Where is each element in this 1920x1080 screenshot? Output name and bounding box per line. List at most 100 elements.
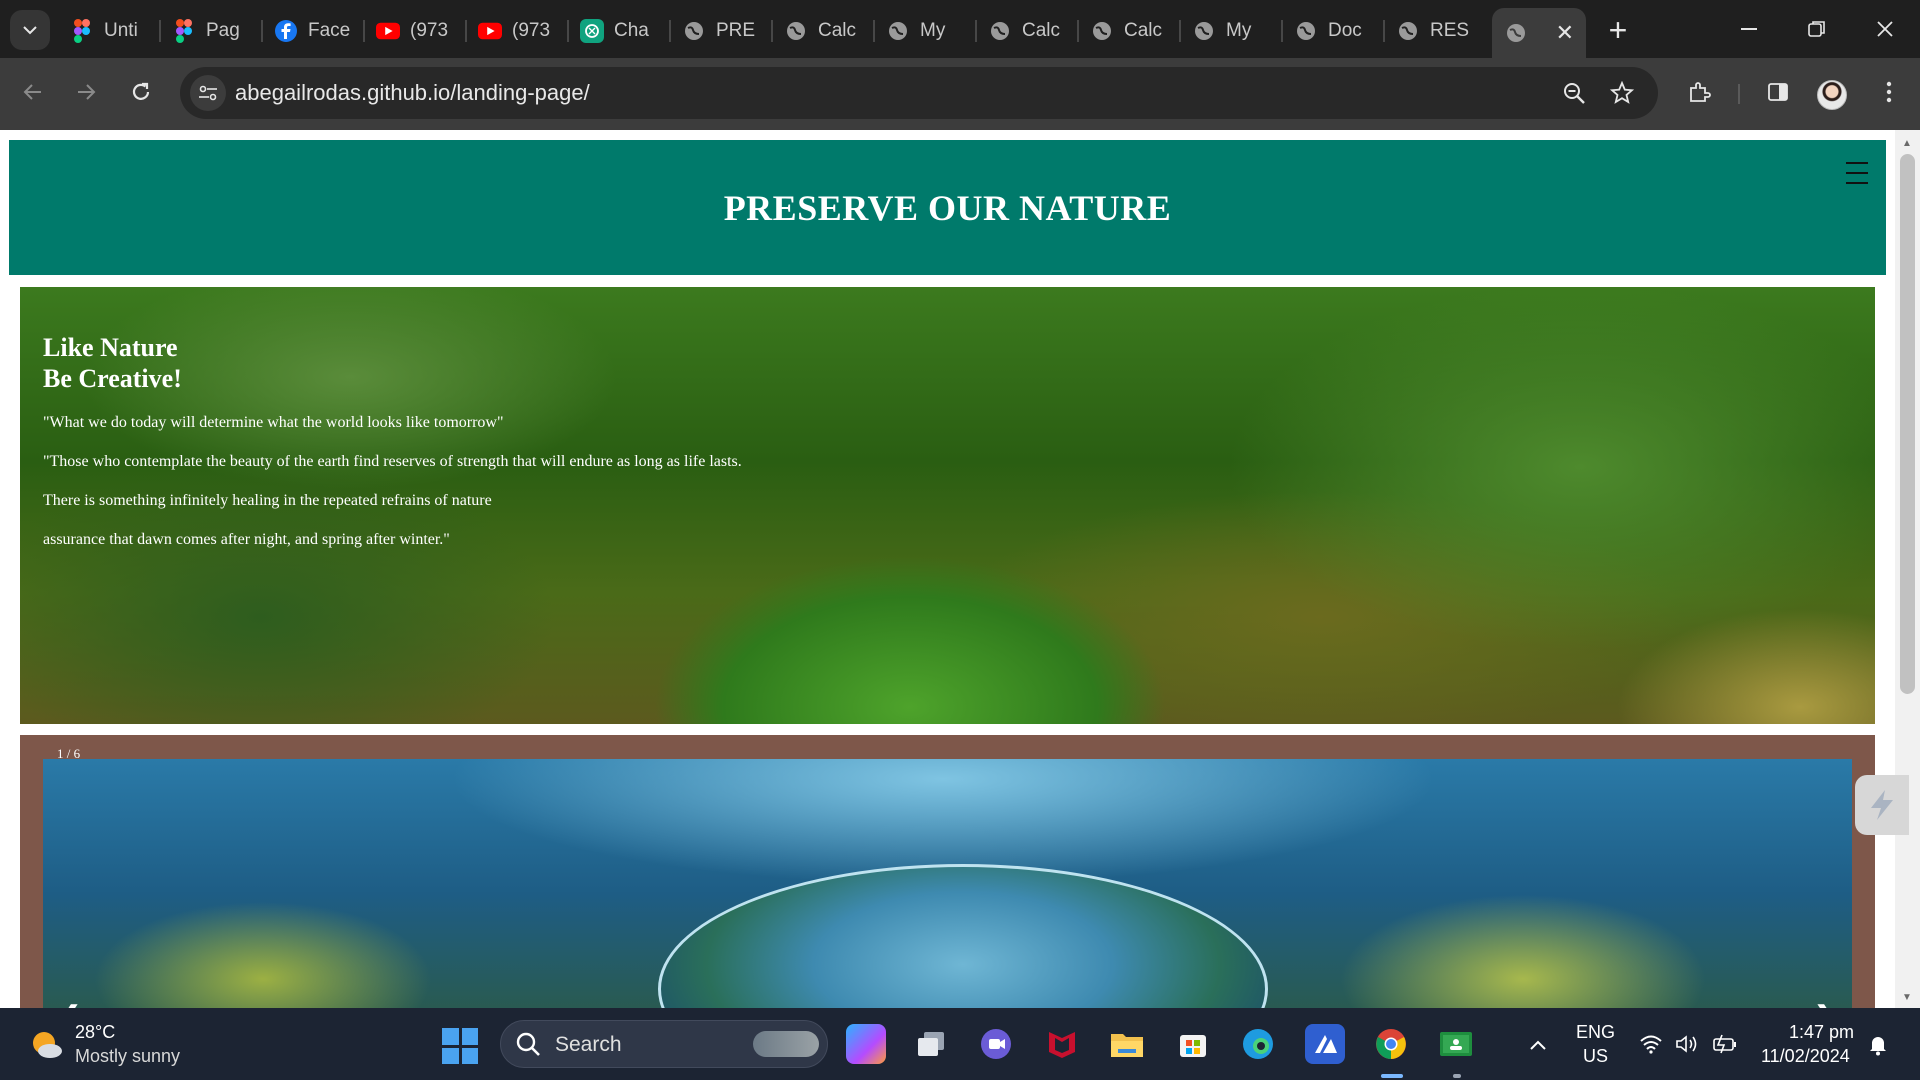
close-tab-icon[interactable]: ✕ <box>1556 20 1574 46</box>
tab[interactable]: Calc <box>1078 8 1180 54</box>
tab[interactable]: My <box>1180 8 1282 54</box>
figma-icon <box>172 19 196 43</box>
teams-icon[interactable] <box>976 1024 1016 1064</box>
tab[interactable]: Calc <box>976 8 1078 54</box>
language-line1[interactable]: ENG <box>1576 1022 1615 1043</box>
notification-bell-icon[interactable] <box>1868 1034 1888 1062</box>
tab[interactable]: Face <box>262 8 364 54</box>
mcafee-icon[interactable] <box>1042 1024 1082 1064</box>
side-panel-icon[interactable] <box>1760 74 1796 110</box>
weather-sun-icon[interactable] <box>28 1026 64 1062</box>
taskbar-search[interactable]: Search <box>500 1020 828 1068</box>
slide-image: ❮ ❯ <box>43 759 1852 1008</box>
tab[interactable]: Unti <box>58 8 160 54</box>
hero-heading-line1: Like Nature <box>43 333 178 362</box>
scrollbar-thumb[interactable] <box>1900 154 1915 694</box>
image-slider: 1 / 6 ❮ ❯ <box>20 735 1875 1008</box>
bookmark-star-icon[interactable] <box>1608 79 1636 107</box>
windows-start-icon[interactable] <box>442 1028 478 1064</box>
tab-title: Calc <box>818 20 857 41</box>
reload-button[interactable] <box>121 72 161 112</box>
tab[interactable]: Cha <box>568 8 670 54</box>
chrome-running-indicator <box>1381 1074 1403 1078</box>
floating-sidebar-button[interactable] <box>1855 775 1909 835</box>
clock-date[interactable]: 11/02/2024 <box>1761 1046 1850 1067</box>
tab-separator <box>1179 20 1181 42</box>
tab[interactable]: (973 <box>466 8 568 54</box>
language-line2[interactable]: US <box>1583 1046 1608 1067</box>
tab-separator <box>1281 20 1283 42</box>
weather-description: Mostly sunny <box>75 1046 181 1066</box>
azure-icon[interactable] <box>1305 1024 1345 1064</box>
edge-icon[interactable] <box>1238 1024 1278 1064</box>
close-window-button[interactable] <box>1851 0 1919 58</box>
scroll-down-icon[interactable]: ▼ <box>1902 992 1912 1003</box>
tab-title: (973 <box>410 20 449 41</box>
tab-separator <box>873 20 875 42</box>
extensions-icon[interactable] <box>1681 74 1717 110</box>
tab[interactable]: RES <box>1384 8 1486 54</box>
tab[interactable]: PRE <box>670 8 772 54</box>
hamburger-menu-icon[interactable] <box>1846 162 1868 184</box>
chatgpt-icon <box>580 19 604 43</box>
copilot-icon[interactable] <box>846 1024 886 1064</box>
tab-separator <box>261 20 263 42</box>
microsoft-store-icon[interactable] <box>1173 1024 1213 1064</box>
clock-time[interactable]: 1:47 pm <box>1789 1022 1854 1043</box>
tab[interactable]: My <box>874 8 976 54</box>
hero-section: Like Nature Be Creative! "What we do tod… <box>20 287 1875 724</box>
tab[interactable]: (973 <box>364 8 466 54</box>
back-button[interactable] <box>13 72 53 112</box>
globe-icon <box>988 19 1012 43</box>
close-icon <box>1877 21 1893 37</box>
zoom-icon[interactable] <box>1560 79 1588 107</box>
volume-icon[interactable] <box>1675 1034 1699 1060</box>
weather-temperature: 28°C <box>75 1022 116 1042</box>
chevron-down-icon <box>23 26 37 35</box>
slider-prev-button[interactable]: ❮ <box>57 1000 82 1008</box>
globe-icon <box>1294 19 1318 43</box>
tab-separator <box>567 20 569 42</box>
youtube-icon <box>376 19 400 43</box>
classroom-icon[interactable] <box>1436 1024 1476 1064</box>
slider-next-button[interactable]: ❯ <box>1813 1000 1838 1008</box>
tab-separator <box>771 20 773 42</box>
address-bar[interactable]: abegailrodas.github.io/landing-page/ <box>180 67 1658 119</box>
task-view-icon[interactable] <box>911 1024 951 1064</box>
scroll-up-icon[interactable]: ▲ <box>1902 138 1912 149</box>
globe-water-drop-image <box>658 864 1268 1008</box>
page-scrollbar[interactable]: ▲ ▼ <box>1895 130 1920 1008</box>
hero-quote: There is something infinitely healing in… <box>43 492 492 509</box>
tab-search-button[interactable] <box>10 10 50 50</box>
tab-strip: Unti Pag Face (973 (973 Cha PRE Calc My Calc Calc M… <box>0 0 1920 58</box>
tab-title: Cha <box>614 20 649 41</box>
page-title: PRESERVE OUR NATURE <box>723 187 1172 228</box>
tab-title: RES <box>1430 20 1470 41</box>
tab[interactable]: Calc <box>772 8 874 54</box>
file-explorer-icon[interactable] <box>1107 1024 1147 1064</box>
more-menu-icon[interactable] <box>1871 74 1907 110</box>
site-info-button[interactable] <box>190 75 226 111</box>
tab[interactable]: Pag <box>160 8 262 54</box>
tab-active[interactable]: ✕ <box>1492 8 1586 58</box>
classroom-running-indicator <box>1453 1074 1461 1078</box>
tab-title: (973 <box>512 20 551 41</box>
search-icon <box>516 1032 540 1056</box>
tab-separator <box>975 20 977 42</box>
forward-button[interactable] <box>66 72 106 112</box>
tab-title: Unti <box>104 20 138 41</box>
tab[interactable]: Doc <box>1282 8 1384 54</box>
chevron-up-icon[interactable] <box>1529 1034 1547 1057</box>
restore-button[interactable] <box>1783 0 1851 58</box>
tab-separator <box>363 20 365 42</box>
tune-icon <box>199 85 217 101</box>
minimize-button[interactable] <box>1715 0 1783 58</box>
chrome-icon[interactable] <box>1371 1024 1411 1064</box>
tab-separator <box>1077 20 1079 42</box>
wifi-icon[interactable] <box>1639 1034 1663 1060</box>
tab-separator <box>465 20 467 42</box>
new-tab-button[interactable]: + <box>1598 10 1638 50</box>
tab-title: PRE <box>716 20 756 41</box>
profile-avatar[interactable] <box>1817 80 1847 110</box>
battery-icon[interactable] <box>1712 1034 1738 1060</box>
